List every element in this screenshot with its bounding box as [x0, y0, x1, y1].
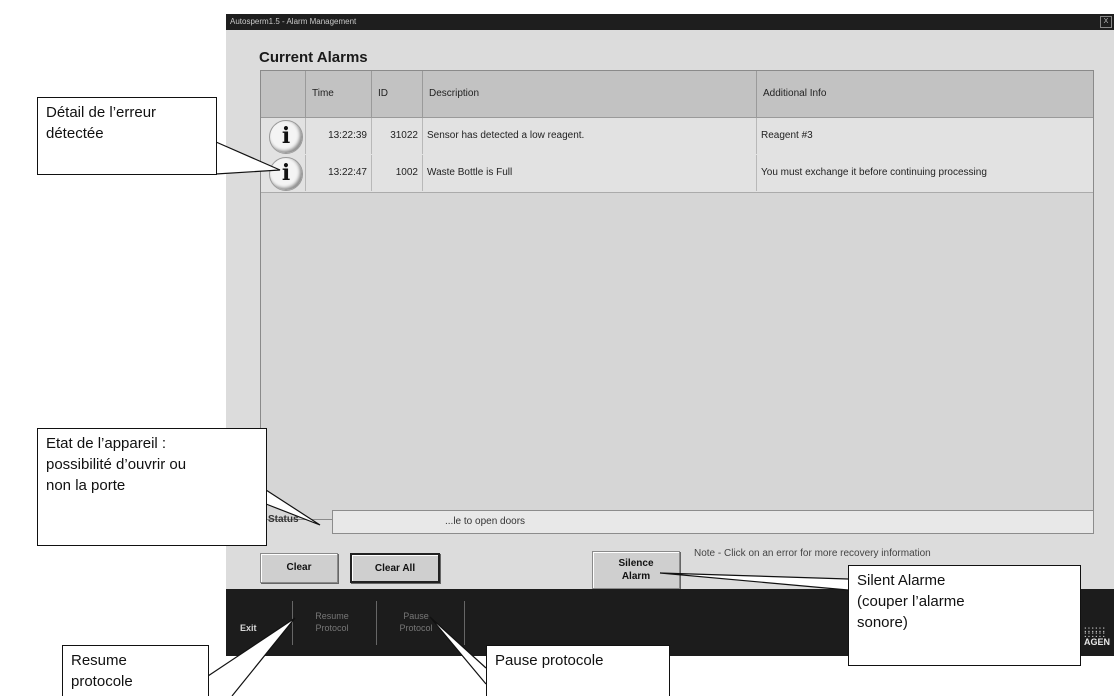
callout-silent-alarm-line-3: sonore) — [857, 614, 908, 631]
leader-silence — [659, 572, 849, 591]
leader-resume — [207, 617, 296, 696]
callout-silent-alarm-line-2: (couper l’alarme — [857, 593, 965, 610]
callout-device-state-line-1: Etat de l’appareil : — [46, 435, 167, 452]
callout-pause-line-1: Pause protocole — [495, 652, 604, 669]
callout-error-detail-line-2: détectée — [46, 125, 104, 142]
callout-pause: Pause protocole — [486, 645, 670, 696]
callout-resume: Resume protocole — [62, 645, 209, 696]
callout-device-state-line-2: possibilité d’ouvrir ou — [46, 456, 187, 473]
leader-pause — [429, 616, 487, 685]
callout-silent-alarm: Silent Alarme (couper l’alarme sonore) — [848, 565, 1081, 666]
callout-device-state-line-3: non la porte — [46, 477, 126, 494]
callout-device-state: Etat de l’appareil : possibilité d’ouvri… — [37, 428, 267, 546]
callout-silent-alarm-line-1: Silent Alarme — [857, 572, 946, 589]
callout-resume-line-2: protocole — [71, 673, 133, 690]
leader-error-detail — [215, 141, 281, 175]
callout-error-detail: Détail de l’erreur détectée — [37, 97, 217, 175]
callout-error-detail-line-1: Détail de l’erreur — [46, 104, 157, 121]
leader-device-state — [265, 489, 321, 526]
callout-resume-line-1: Resume — [71, 652, 127, 669]
